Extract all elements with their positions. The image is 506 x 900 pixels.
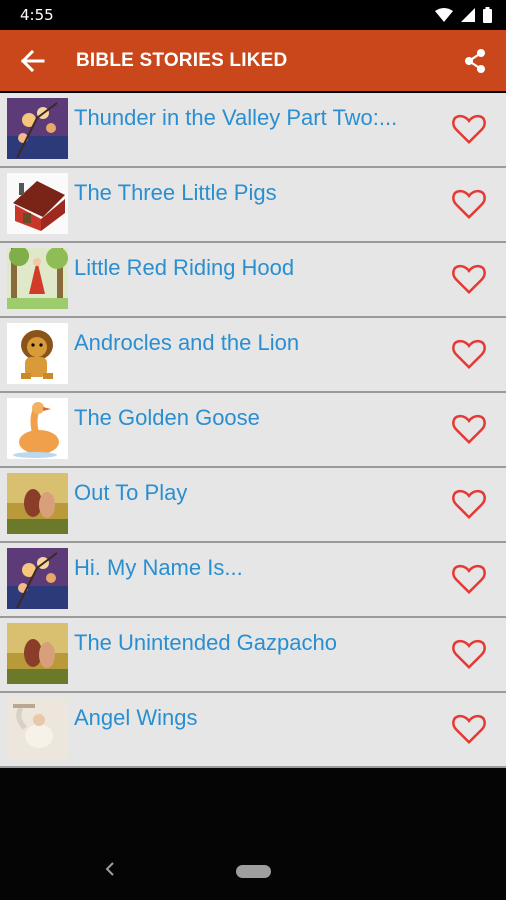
arrow-left-icon	[20, 49, 45, 73]
story-title: Thunder in the Valley Part Two:...	[74, 105, 398, 130]
heart-icon[interactable]	[450, 634, 488, 672]
cellular-signal-icon	[461, 8, 475, 22]
share-button[interactable]	[460, 46, 490, 76]
heart-icon[interactable]	[450, 334, 488, 372]
liked-stories-list: Thunder in the Valley Part Two:... The T…	[0, 93, 506, 768]
app-bar: BIBLE STORIES LIKED	[0, 30, 506, 91]
story-title: Out To Play	[74, 480, 188, 505]
story-thumbnail	[7, 323, 68, 384]
nav-home-pill[interactable]	[236, 865, 271, 878]
story-title: Androcles and the Lion	[74, 330, 300, 355]
nav-back-icon[interactable]	[100, 858, 120, 880]
story-title: The Golden Goose	[74, 405, 260, 430]
story-thumbnail	[7, 623, 68, 684]
story-title: The Unintended Gazpacho	[74, 630, 337, 655]
story-thumbnail	[7, 98, 68, 159]
list-item[interactable]: Angel Wings	[0, 693, 506, 768]
story-title: The Three Little Pigs	[74, 180, 277, 205]
background-area	[0, 768, 506, 900]
story-thumbnail	[7, 173, 68, 234]
wifi-icon	[435, 8, 453, 22]
heart-icon[interactable]	[450, 109, 488, 147]
heart-icon[interactable]	[450, 184, 488, 222]
heart-icon[interactable]	[450, 409, 488, 447]
status-time: 4:55	[20, 6, 54, 24]
status-icons	[435, 7, 492, 23]
story-thumbnail	[7, 698, 68, 759]
heart-icon[interactable]	[450, 559, 488, 597]
battery-icon	[483, 7, 492, 23]
list-item[interactable]: The Three Little Pigs	[0, 168, 506, 243]
story-title: Little Red Riding Hood	[74, 255, 295, 280]
status-bar: 4:55	[0, 0, 506, 30]
story-title: Hi. My Name Is...	[74, 555, 243, 580]
list-item[interactable]: Little Red Riding Hood	[0, 243, 506, 318]
heart-icon[interactable]	[450, 709, 488, 747]
heart-icon[interactable]	[450, 259, 488, 297]
list-item[interactable]: The Golden Goose	[0, 393, 506, 468]
story-title: Angel Wings	[74, 705, 198, 730]
page-title: BIBLE STORIES LIKED	[76, 50, 288, 71]
story-thumbnail	[7, 398, 68, 459]
list-item[interactable]: Thunder in the Valley Part Two:...	[0, 93, 506, 168]
list-item[interactable]: Hi. My Name Is...	[0, 543, 506, 618]
list-item[interactable]: Androcles and the Lion	[0, 318, 506, 393]
share-icon	[465, 49, 485, 73]
list-item[interactable]: The Unintended Gazpacho	[0, 618, 506, 693]
heart-icon[interactable]	[450, 484, 488, 522]
story-thumbnail	[7, 548, 68, 609]
list-item[interactable]: Out To Play	[0, 468, 506, 543]
story-thumbnail	[7, 248, 68, 309]
story-thumbnail	[7, 473, 68, 534]
back-button[interactable]	[14, 44, 50, 78]
